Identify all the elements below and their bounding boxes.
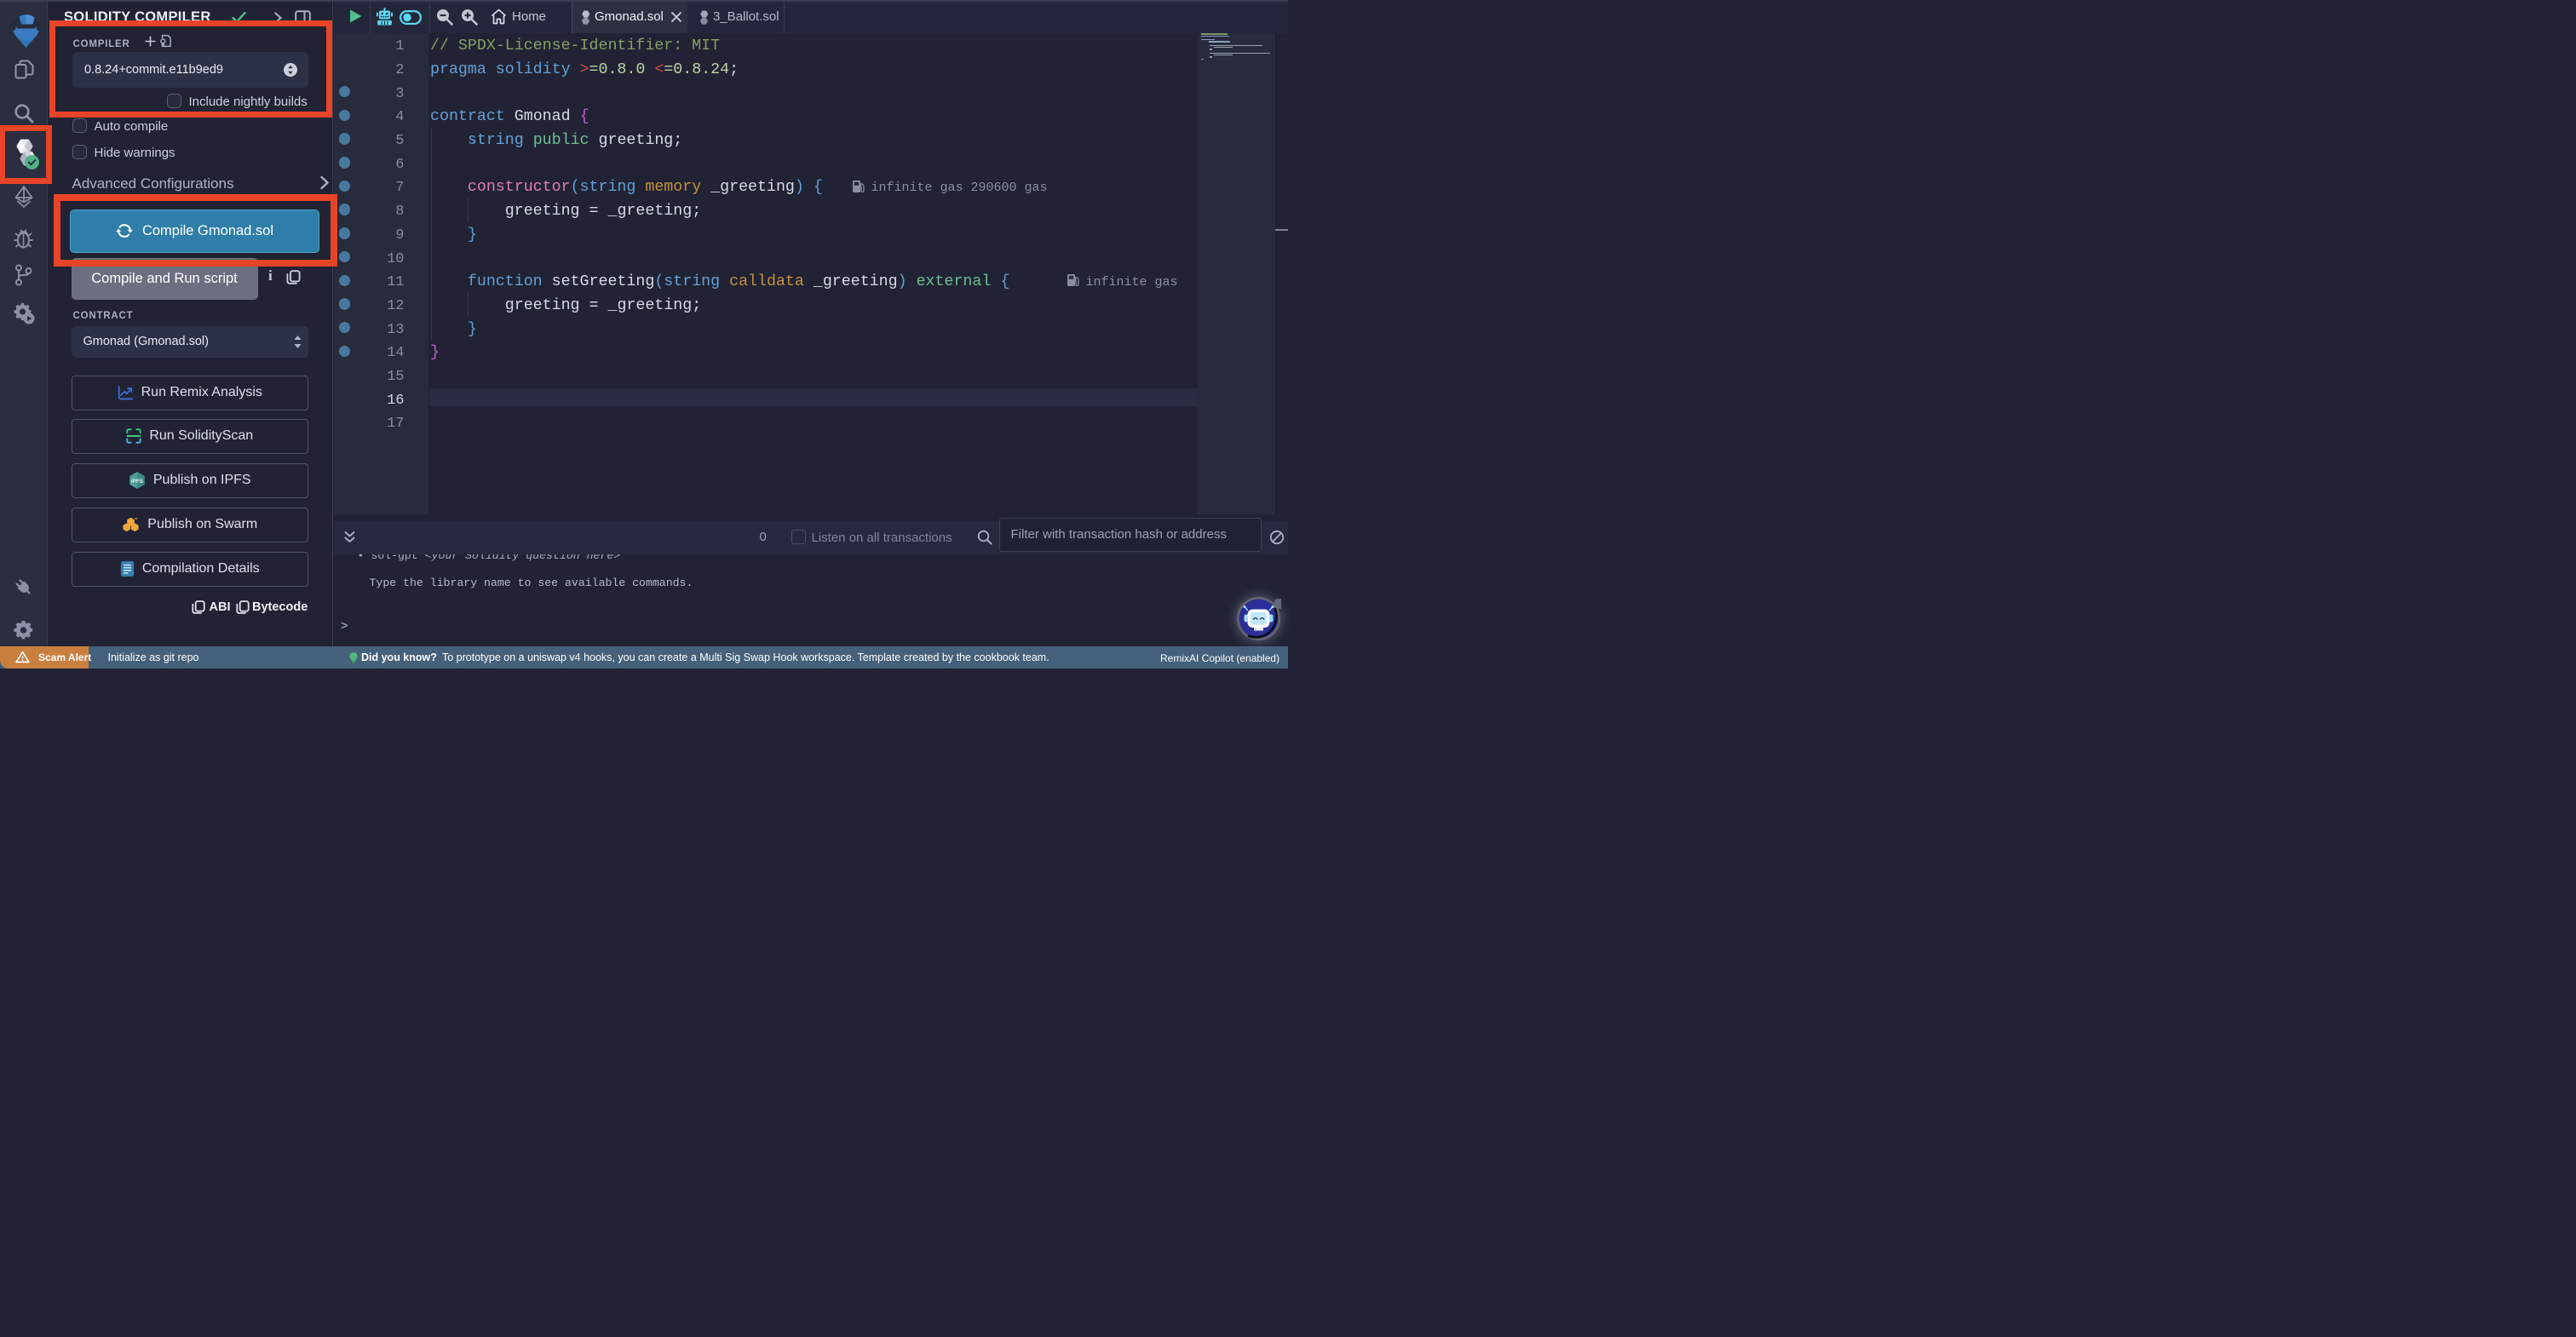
svg-text:IPFS: IPFS bbox=[131, 479, 143, 485]
